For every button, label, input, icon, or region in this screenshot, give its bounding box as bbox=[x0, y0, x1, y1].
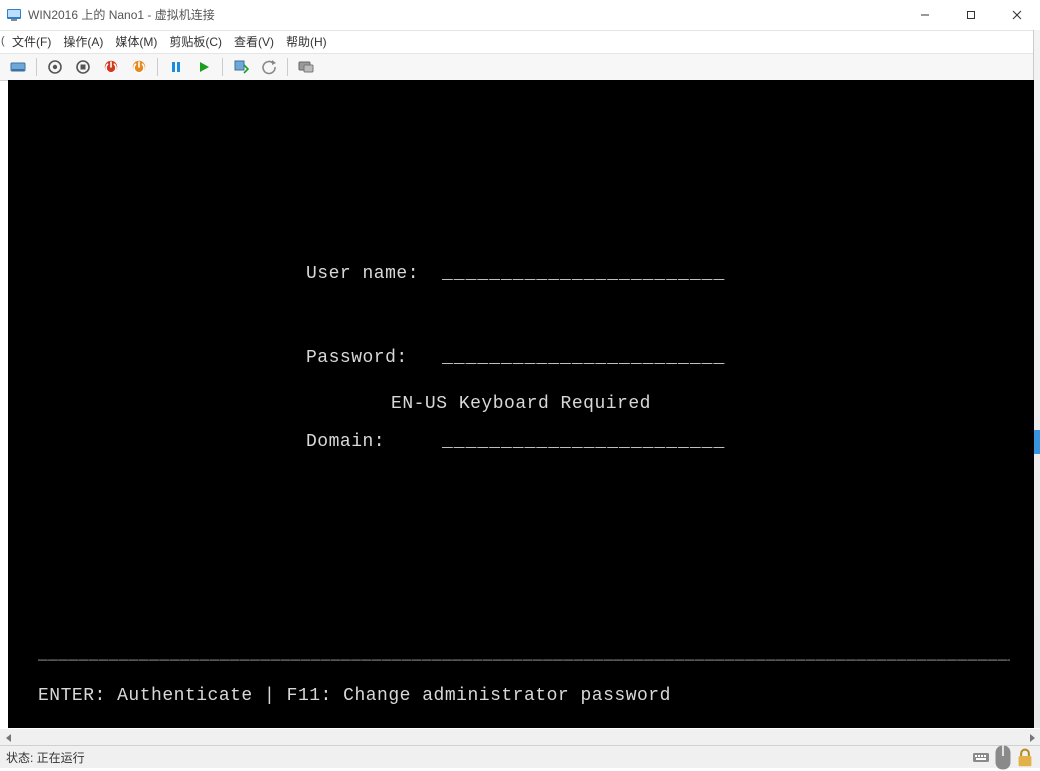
background-fragment: ( bbox=[0, 30, 5, 52]
separator-line: ────────────────────────────────────────… bbox=[38, 652, 1010, 670]
toolbar-separator bbox=[36, 58, 37, 76]
ctrl-alt-del-button[interactable] bbox=[6, 55, 30, 79]
toolbar-separator bbox=[287, 58, 288, 76]
toolbar bbox=[0, 54, 1040, 81]
app-icon bbox=[6, 7, 22, 23]
title-bar: WIN2016 上的 Nano1 - 虚拟机连接 bbox=[0, 0, 1040, 31]
password-label: Password: bbox=[306, 344, 440, 372]
domain-row: Domain: ________________________ bbox=[306, 428, 725, 456]
close-button[interactable] bbox=[994, 0, 1040, 30]
login-form: User name: ________________________ Pass… bbox=[306, 204, 725, 512]
window-controls bbox=[902, 0, 1040, 30]
menu-action[interactable]: 操作(A) bbox=[57, 31, 109, 53]
resume-button[interactable] bbox=[192, 55, 216, 79]
keyboard-icon bbox=[972, 748, 990, 766]
shutdown-button[interactable] bbox=[99, 55, 123, 79]
revert-button[interactable] bbox=[257, 55, 281, 79]
status-bar: 状态: 正在运行 bbox=[0, 745, 1040, 768]
username-field[interactable]: ________________________ bbox=[442, 260, 725, 288]
horizontal-scrollbar[interactable] bbox=[0, 729, 1040, 746]
toolbar-separator bbox=[157, 58, 158, 76]
pause-button[interactable] bbox=[164, 55, 188, 79]
domain-label: Domain: bbox=[306, 428, 440, 456]
toolbar-separator bbox=[222, 58, 223, 76]
mouse-icon bbox=[994, 748, 1012, 766]
enhanced-session-button[interactable] bbox=[294, 55, 318, 79]
scrollbar-track[interactable] bbox=[17, 729, 1023, 746]
domain-field[interactable]: ________________________ bbox=[442, 428, 725, 456]
status-icons bbox=[972, 748, 1040, 766]
menu-view[interactable]: 查看(V) bbox=[228, 31, 280, 53]
save-button[interactable] bbox=[127, 55, 151, 79]
minimize-button[interactable] bbox=[902, 0, 948, 30]
background-edge bbox=[1033, 30, 1040, 728]
menu-file[interactable]: 文件(F) bbox=[6, 31, 57, 53]
guest-display[interactable]: User name: ________________________ Pass… bbox=[8, 80, 1034, 728]
scroll-left-arrow[interactable] bbox=[0, 729, 17, 746]
menu-clipboard[interactable]: 剪贴板(C) bbox=[163, 31, 228, 53]
menu-media[interactable]: 媒体(M) bbox=[109, 31, 163, 53]
scroll-right-arrow[interactable] bbox=[1023, 729, 1040, 746]
stop-button[interactable] bbox=[71, 55, 95, 79]
window-title: WIN2016 上的 Nano1 - 虚拟机连接 bbox=[28, 0, 215, 30]
username-label: User name: bbox=[306, 260, 440, 288]
checkpoint-button[interactable] bbox=[229, 55, 253, 79]
password-row: Password: ________________________ bbox=[306, 344, 725, 372]
start-button[interactable] bbox=[43, 55, 67, 79]
keyboard-notice: EN-US Keyboard Required bbox=[8, 394, 1034, 414]
password-field[interactable]: ________________________ bbox=[442, 344, 725, 372]
help-line: ENTER: Authenticate | F11: Change admini… bbox=[38, 686, 671, 706]
console-screen[interactable]: User name: ________________________ Pass… bbox=[8, 80, 1034, 728]
maximize-button[interactable] bbox=[948, 0, 994, 30]
status-text: 状态: 正在运行 bbox=[6, 749, 85, 766]
lock-icon bbox=[1016, 748, 1034, 766]
background-accent bbox=[1034, 430, 1040, 454]
menu-help[interactable]: 帮助(H) bbox=[280, 31, 333, 53]
menu-bar: 文件(F) 操作(A) 媒体(M) 剪贴板(C) 查看(V) 帮助(H) bbox=[0, 31, 1040, 54]
username-row: User name: ________________________ bbox=[306, 260, 725, 288]
